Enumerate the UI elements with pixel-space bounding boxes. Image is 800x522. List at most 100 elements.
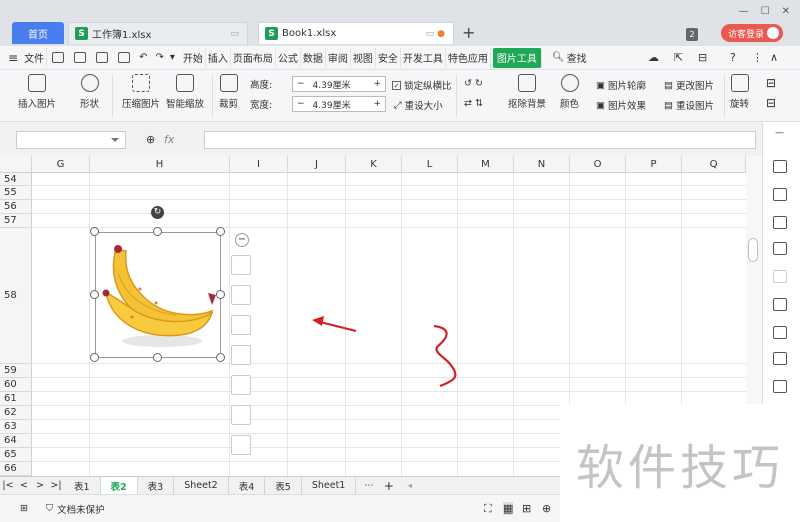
save-icon[interactable] [52, 52, 65, 63]
change-picture-button[interactable]: ▤ 更改图片 [664, 78, 714, 93]
print-preview-icon[interactable] [118, 52, 131, 63]
vertical-scroll-thumb[interactable] [748, 238, 758, 262]
new-tab-button[interactable]: + [462, 23, 475, 42]
fullscreen-icon[interactable]: ⛶ [484, 502, 492, 516]
row-header[interactable]: 59 [0, 364, 32, 378]
width-spinner[interactable]: −4.39厘米 + [292, 96, 386, 112]
insert-picture-button[interactable]: 插入图片 [18, 74, 56, 110]
resize-handle[interactable] [216, 227, 225, 236]
first-sheet-icon[interactable]: |< [0, 480, 16, 491]
color-button[interactable]: 颜色 [560, 74, 579, 110]
sheet-tab[interactable]: 表5 [265, 477, 302, 494]
smart-scale-button[interactable]: 智能缩放 [166, 74, 204, 110]
width-plus-icon[interactable]: + [369, 99, 385, 109]
banana-picture[interactable] [95, 232, 221, 358]
close-icon[interactable]: ✕ [782, 6, 790, 17]
rotate-left-icon[interactable]: ↺ ↻ [464, 78, 483, 89]
image-to-text-icon[interactable] [231, 375, 251, 395]
visitor-login-button[interactable]: 访客登录 [721, 24, 783, 42]
column-header[interactable]: H [90, 156, 230, 173]
column-header[interactable]: I [230, 156, 288, 173]
remove-background-button[interactable]: 抠除背景 [508, 74, 546, 110]
normal-view-icon[interactable]: ▦ [503, 502, 514, 515]
row-header[interactable]: 58 [0, 228, 32, 364]
height-value[interactable]: 4.39厘米 [309, 78, 370, 91]
monitor-icon[interactable]: ▭ [230, 29, 239, 39]
menu-picture-tools[interactable]: 图片工具 [492, 47, 542, 68]
chart-icon[interactable] [773, 216, 787, 229]
print-icon[interactable] [96, 52, 109, 63]
compress-picture-button[interactable]: 压缩图片 [122, 74, 160, 110]
picture-effect-button[interactable]: ▣ 图片效果 [596, 98, 646, 113]
undo-icon[interactable]: ↶ [139, 52, 147, 63]
row-header[interactable]: 60 [0, 378, 32, 392]
archive-icon[interactable] [773, 352, 787, 365]
row-header[interactable]: 61 [0, 392, 32, 406]
minimize-icon[interactable]: — [739, 6, 749, 17]
customize-icon[interactable]: ▾ [170, 52, 175, 63]
last-sheet-icon[interactable]: >| [48, 480, 64, 491]
tab-workbook1[interactable]: S 工作簿1.xlsx ▭ [68, 22, 248, 44]
row-header[interactable]: 62 [0, 406, 32, 420]
width-value[interactable]: 4.39厘米 [309, 98, 370, 111]
cloud-icon[interactable]: ☁ [648, 51, 659, 64]
zoom-picture-icon[interactable] [231, 255, 251, 275]
picture-settings-icon[interactable] [231, 435, 251, 455]
format-painter-icon[interactable] [74, 52, 87, 63]
column-header[interactable]: P [626, 156, 682, 173]
resize-handle[interactable] [216, 290, 225, 299]
more-sheets-icon[interactable]: ⋯ [364, 480, 374, 491]
menu-start[interactable]: 开始 [181, 47, 206, 68]
resize-handle[interactable] [216, 353, 225, 362]
sheet-tab[interactable]: 表1 [64, 477, 101, 494]
properties-icon[interactable] [773, 242, 787, 255]
translate-picture-icon[interactable] [231, 405, 251, 425]
column-header[interactable]: N [514, 156, 570, 173]
name-box[interactable] [16, 131, 126, 149]
sheet-tab[interactable]: Sheet1 [302, 477, 357, 494]
menu-view[interactable]: 视图 [351, 47, 376, 68]
search-label[interactable]: 查找 [567, 50, 587, 65]
resize-handle[interactable] [90, 290, 99, 299]
magic-edit-icon[interactable] [231, 285, 251, 305]
sidebar-collapse-icon[interactable]: — [775, 128, 784, 138]
menu-page-layout[interactable]: 页面布局 [231, 47, 276, 68]
hamburger-icon[interactable]: ≡ [8, 51, 18, 65]
menu-developer[interactable]: 开发工具 [401, 47, 446, 68]
formula-input[interactable] [204, 131, 756, 149]
remove-bg-float-icon[interactable] [231, 345, 251, 365]
menu-insert[interactable]: 插入 [206, 47, 231, 68]
row-header[interactable]: 65 [0, 448, 32, 462]
more-tools-icon[interactable]: ⊟ [698, 51, 707, 64]
menu-file[interactable]: 文件 [22, 47, 48, 68]
group-icon[interactable]: ⊟ [766, 96, 776, 110]
next-sheet-icon[interactable]: > [32, 480, 48, 491]
sheet-tab[interactable]: Sheet2 [174, 477, 229, 494]
macro-icon[interactable]: ⊞ [20, 503, 28, 514]
share-sidebar-icon[interactable] [773, 326, 787, 339]
column-header[interactable]: K [346, 156, 402, 173]
tab-book1[interactable]: S Book1.xlsx ▭ ● [258, 22, 454, 44]
share-icon[interactable]: ⇱ [674, 51, 683, 64]
scroll-left-icon[interactable]: ◂ [408, 481, 412, 490]
column-header[interactable]: O [570, 156, 626, 173]
resize-handle[interactable] [90, 227, 99, 236]
reset-picture-button[interactable]: ▤ 重设图片 [664, 98, 714, 113]
rotate-button[interactable]: 旋转 [730, 74, 749, 110]
row-header[interactable]: 54 [0, 173, 32, 186]
collapse-ribbon-icon[interactable]: ∧ [770, 51, 778, 64]
resize-handle[interactable] [153, 227, 162, 236]
corner-cell[interactable] [0, 156, 32, 173]
table-icon[interactable] [773, 160, 787, 173]
height-plus-icon[interactable]: + [369, 79, 385, 89]
lock-ratio-checkbox[interactable]: ✓ 锁定纵横比 [392, 78, 452, 92]
menu-special[interactable]: 特色应用 [446, 47, 491, 68]
crop-button[interactable]: 裁剪 [219, 74, 238, 110]
flip-icon[interactable]: ⇄ ⇅ [464, 98, 483, 109]
align-icon[interactable]: ⊟ [766, 76, 776, 90]
search-icon[interactable]: 🔍︎ [552, 52, 565, 63]
resize-handle[interactable] [90, 353, 99, 362]
menu-formula[interactable]: 公式 [276, 47, 301, 68]
row-header[interactable]: 55 [0, 186, 32, 200]
copy-format-icon[interactable] [773, 298, 787, 311]
